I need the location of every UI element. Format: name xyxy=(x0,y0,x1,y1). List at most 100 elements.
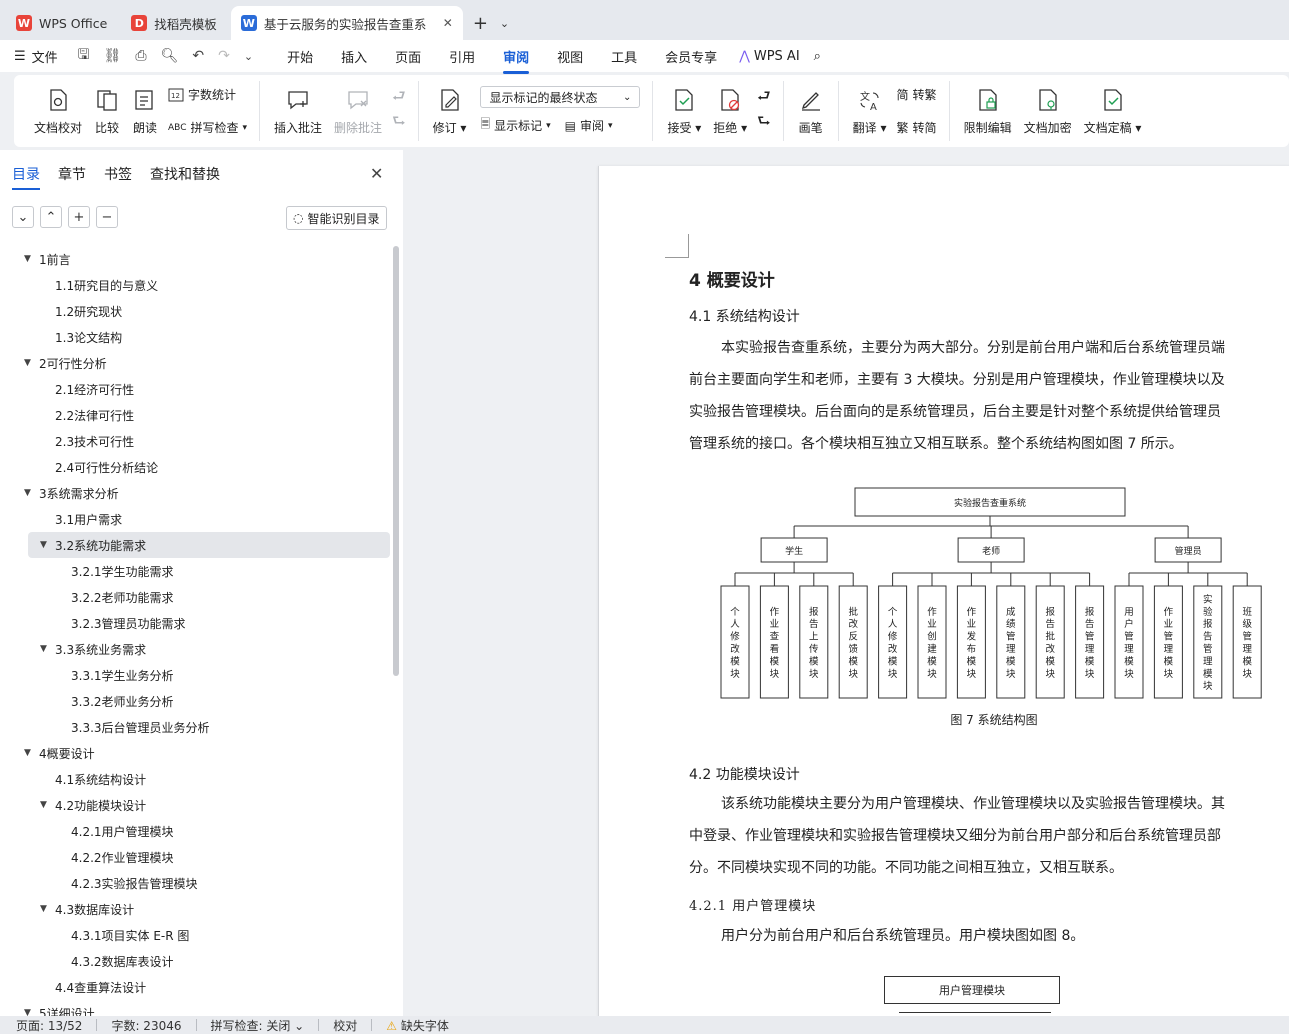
insert-comment-button[interactable]: 插入批注 xyxy=(274,87,322,136)
menu-review[interactable]: 审阅 xyxy=(503,47,530,74)
previous-change-icon[interactable]: ⮐ xyxy=(757,86,771,111)
expand-arrow-icon[interactable]: ▼ xyxy=(40,540,47,550)
track-changes-button[interactable]: 修订 ▾ xyxy=(433,87,466,136)
toc-scrollbar[interactable] xyxy=(393,246,399,676)
expand-arrow-icon[interactable]: ▼ xyxy=(24,254,31,264)
toc-item[interactable]: ▼ 2可行性分析 xyxy=(0,350,392,376)
toc-item[interactable]: ▼ 4概要设计 xyxy=(0,740,392,766)
toc-item[interactable]: ▼ 4.3数据库设计 xyxy=(0,896,392,922)
menu-home[interactable]: 开始 xyxy=(287,47,313,66)
markup-state-dropdown[interactable]: 显示标记的最终状态 ⌄ xyxy=(480,86,641,108)
new-tab-button[interactable]: + xyxy=(467,6,494,40)
toc-item[interactable]: 3.1用户需求 xyxy=(0,506,392,532)
close-icon[interactable]: ✕ xyxy=(370,164,383,183)
expand-arrow-icon[interactable]: ▼ xyxy=(40,904,47,914)
toc-item[interactable]: 1.1研究目的与意义 xyxy=(0,272,392,298)
toc-item[interactable]: 3.2.2老师功能需求 xyxy=(0,584,392,610)
missing-font-indicator[interactable]: ⚠ 缺失字体 xyxy=(386,1017,449,1034)
add-heading-button[interactable]: + xyxy=(68,206,90,228)
expand-arrow-icon[interactable]: ▼ xyxy=(40,800,47,810)
toc-item[interactable]: 4.3.1项目实体 E-R 图 xyxy=(0,922,392,948)
undo-icon[interactable]: ↶ xyxy=(192,48,204,64)
toc-item[interactable]: 2.1经济可行性 xyxy=(0,376,392,402)
menu-membership[interactable]: 会员专享 xyxy=(665,47,717,66)
collapse-all-button[interactable]: ⌃ xyxy=(40,206,62,228)
next-comment-icon[interactable]: ⮑ xyxy=(392,111,406,136)
to-simplified-button[interactable]: 繁 转简 xyxy=(897,119,937,136)
spell-check-button[interactable]: ABC 拼写检查 ▾ xyxy=(168,119,247,136)
tab-list-chevron-icon[interactable]: ⌄ xyxy=(494,6,515,40)
toc-item[interactable]: ▼ 4.2功能模块设计 xyxy=(0,792,392,818)
reject-button[interactable]: 拒绝 ▾ xyxy=(713,87,747,136)
translate-button[interactable]: 文A 翻译 ▾ xyxy=(853,87,887,136)
to-traditional-button[interactable]: 简 转繁 xyxy=(897,86,937,103)
toc-item[interactable]: 4.3.2数据库表设计 xyxy=(0,948,392,974)
redo-icon[interactable]: ↷ xyxy=(218,48,230,64)
expand-arrow-icon[interactable]: ▼ xyxy=(24,748,31,758)
toc-item[interactable]: 3.3.3后台管理员业务分析 xyxy=(0,714,392,740)
encrypt-button[interactable]: 文档加密 xyxy=(1024,87,1072,136)
word-count-button[interactable]: 12 字数统计 xyxy=(168,86,247,103)
restrict-edit-button[interactable]: 限制编辑 xyxy=(964,87,1012,136)
expand-arrow-icon[interactable]: ▼ xyxy=(24,488,31,498)
more-chevron-icon[interactable]: ⌄ xyxy=(244,50,253,63)
document-page[interactable]: 4 概要设计 4.1 系统结构设计 本实验报告查重系统，主要分为两大部分。分别是… xyxy=(598,166,1289,1016)
next-change-icon[interactable]: ⮑ xyxy=(757,111,771,136)
delete-comment-button[interactable]: 删除批注 xyxy=(334,87,382,136)
previous-comment-icon[interactable]: ⮐ xyxy=(392,86,406,111)
toc-item[interactable]: ▼ 3.2系统功能需求 xyxy=(28,532,390,558)
expand-arrow-icon[interactable]: ▼ xyxy=(40,644,47,654)
toc-item[interactable]: 3.3.1学生业务分析 xyxy=(0,662,392,688)
link-icon[interactable]: ⛓ xyxy=(104,48,122,64)
finalize-button[interactable]: 文档定稿 ▾ xyxy=(1084,87,1141,136)
toc-item[interactable]: 4.4查重算法设计 xyxy=(0,974,392,1000)
tab-docer-templates[interactable]: D 找稻壳模板 xyxy=(121,6,227,40)
toc-item[interactable]: 4.2.1用户管理模块 xyxy=(0,818,392,844)
remove-heading-button[interactable]: − xyxy=(96,206,118,228)
toc-item[interactable]: 3.2.3管理员功能需求 xyxy=(0,610,392,636)
print-preview-icon[interactable]: 🔍︎ xyxy=(161,48,179,64)
toc-item[interactable]: 3.2.1学生功能需求 xyxy=(0,558,392,584)
toc-item[interactable]: 4.2.3实验报告管理模块 xyxy=(0,870,392,896)
spell-check-indicator[interactable]: 拼写检查: 关闭 ⌄ xyxy=(211,1017,305,1034)
toc-item[interactable]: 1.2研究现状 xyxy=(0,298,392,324)
file-menu-button[interactable]: ☰ 文件 xyxy=(14,47,58,66)
print-icon[interactable]: ⎙ xyxy=(135,48,146,64)
toc-item[interactable]: 4.1系统结构设计 xyxy=(0,766,392,792)
compare-button[interactable]: 比较 xyxy=(94,87,120,136)
tab-sections[interactable]: 章节 xyxy=(58,164,86,184)
page-indicator[interactable]: 页面: 13/52 xyxy=(16,1017,82,1034)
tab-find-replace[interactable]: 查找和替换 xyxy=(150,164,220,184)
tab-toc[interactable]: 目录 xyxy=(12,164,40,190)
expand-arrow-icon[interactable]: ▼ xyxy=(24,358,31,368)
tab-bookmarks[interactable]: 书签 xyxy=(104,164,132,184)
review-pane-button[interactable]: ▤ 审阅 ▾ xyxy=(565,117,613,134)
close-tab-icon[interactable]: ✕ xyxy=(435,16,453,30)
menu-view[interactable]: 视图 xyxy=(557,47,583,66)
toc-item[interactable]: ▼ 3.3系统业务需求 xyxy=(0,636,392,662)
toc-item[interactable]: 1.3论文结构 xyxy=(0,324,392,350)
show-markup-button[interactable]: 🗏 显示标记 ▾ xyxy=(480,115,550,136)
tab-wps-office[interactable]: W WPS Office xyxy=(6,6,117,40)
expand-all-button[interactable]: ⌄ xyxy=(12,206,34,228)
word-count-indicator[interactable]: 字数: 23046 xyxy=(111,1017,181,1034)
menu-insert[interactable]: 插入 xyxy=(341,47,367,66)
toc-item[interactable]: ▼ 3系统需求分析 xyxy=(0,480,392,506)
menu-references[interactable]: 引用 xyxy=(449,47,475,66)
accept-button[interactable]: 接受 ▾ xyxy=(667,87,701,136)
pen-button[interactable]: 画笔 xyxy=(798,87,824,136)
toc-item[interactable]: 2.3技术可行性 xyxy=(0,428,392,454)
menu-page[interactable]: 页面 xyxy=(395,47,421,66)
read-aloud-button[interactable]: 朗读 xyxy=(132,87,158,136)
toc-item[interactable]: 2.2法律可行性 xyxy=(0,402,392,428)
toc-item[interactable]: 2.4可行性分析结论 xyxy=(0,454,392,480)
wps-ai-button[interactable]: ⋀ WPS AI xyxy=(739,49,799,64)
toc-item[interactable]: 4.2.2作业管理模块 xyxy=(0,844,392,870)
doc-check-button[interactable]: 文档校对 xyxy=(34,87,82,136)
save-icon[interactable]: 🖫 xyxy=(78,44,90,68)
search-icon[interactable]: ⌕ xyxy=(814,49,821,64)
smart-toc-button[interactable]: ◌ 智能识别目录 xyxy=(286,206,387,230)
menu-tools[interactable]: 工具 xyxy=(611,47,637,66)
toc-item[interactable]: 3.3.2老师业务分析 xyxy=(0,688,392,714)
proof-indicator[interactable]: 校对 xyxy=(333,1017,357,1034)
